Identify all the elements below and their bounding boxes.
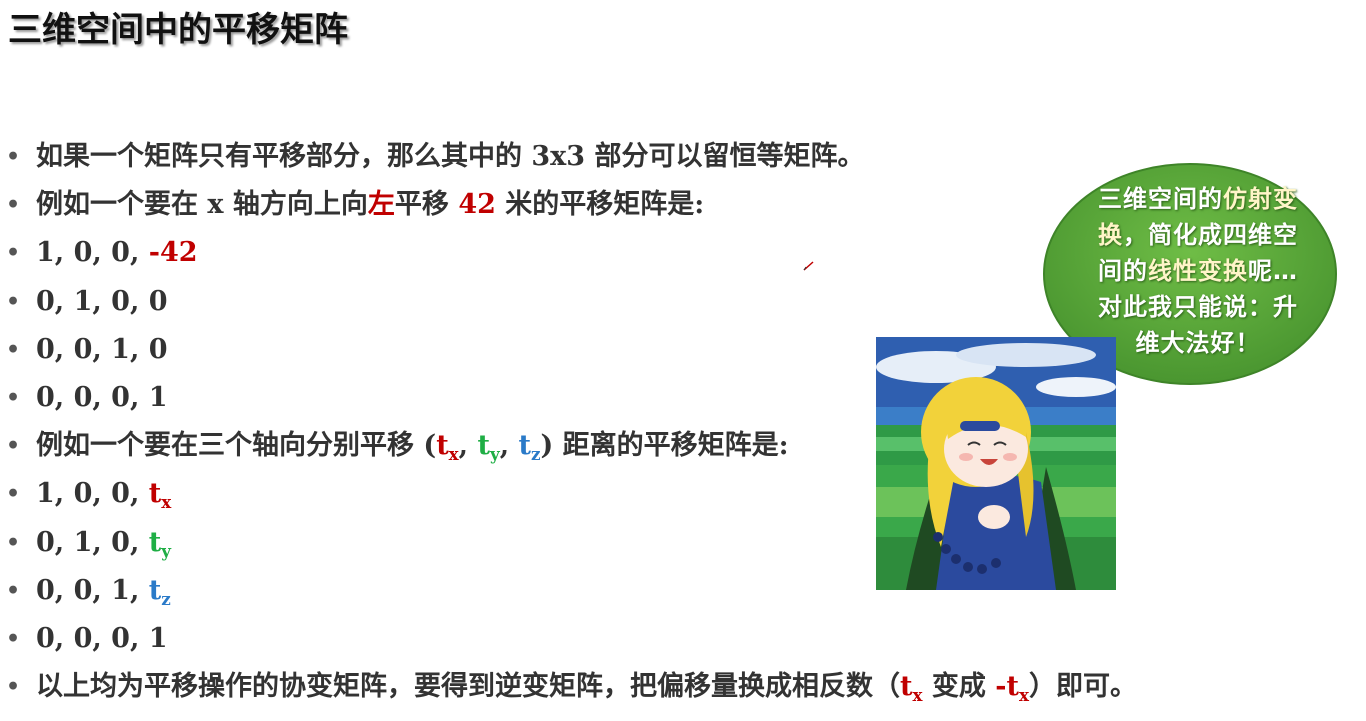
tx-symbol: tx [900,671,923,705]
distance-number: 42 [458,189,496,221]
bullet-text: 变成 [922,671,996,703]
tx-symbol: tx [148,478,172,513]
tz-symbol: tz [518,430,541,464]
direction-highlight: 左 [367,189,395,221]
bullet-text: 例如一个要在三个轴向分别平移 ( [36,430,437,462]
matrix-row: 0, 1, 0, 0 [6,278,1137,326]
tz-symbol: tz [148,574,171,609]
bullet-text: ）即可。 [1028,671,1137,703]
pen-cursor-icon [803,261,814,271]
bullet-text: ) 距离的平移矩阵是: [540,430,789,462]
bullet-text: 如果一个矩阵只有平移部分，那么其中的 3x3 部分可以留恒等矩阵。 [36,141,865,172]
matrix-translation-value: -42 [148,237,198,269]
list-item: 以上均为平移操作的协变矩阵，要得到逆变矩阵，把偏移量换成相反数（tx 变成 -t… [6,663,1137,711]
list-item: 例如一个要在 x 轴方向上向左平移 42 米的平移矩阵是: [6,181,1137,229]
matrix-row: 1, 0, 0, -42 [6,229,1137,277]
matrix-row-text: 0, 0, 0, 1 [36,381,168,413]
list-item: 如果一个矩阵只有平移部分，那么其中的 3x3 部分可以留恒等矩阵。 [6,133,1137,181]
anime-character-illustration [876,337,1116,590]
bullet-text: 例如一个要在 x 轴方向上向 [36,189,368,221]
negative-tx-symbol: -tx [995,671,1029,705]
matrix-row: 0, 0, 0, 1 [6,615,1137,663]
tx-symbol: tx [436,430,459,464]
matrix-row-text: 0, 0, 1, [36,574,149,606]
separator: , [458,430,478,462]
ty-symbol: ty [148,526,171,561]
bullet-text: 以上均为平移操作的协变矩阵，要得到逆变矩阵，把偏移量换成相反数（ [36,671,900,703]
ty-symbol: ty [477,430,500,464]
separator: , [499,430,519,462]
page-title: 三维空间中的平移矩阵 [8,10,348,50]
matrix-row-text: 1, 0, 0, [36,237,149,269]
bullet-text: 平移 [394,189,459,221]
matrix-row-text: 1, 0, 0, [36,478,149,510]
matrix-row-text: 0, 0, 0, 1 [36,622,168,654]
matrix-row-text: 0, 1, 0, [36,526,149,558]
matrix-row-text: 0, 0, 1, 0 [36,333,168,365]
bullet-text: 米的平移矩阵是: [495,189,705,221]
matrix-row-text: 0, 1, 0, 0 [36,285,168,317]
speech-bubble-text: 三维空间的仿射变 换，简化成四维空 间的线性变换呢… 对此我只能说：升 维大法好… [1098,185,1298,357]
